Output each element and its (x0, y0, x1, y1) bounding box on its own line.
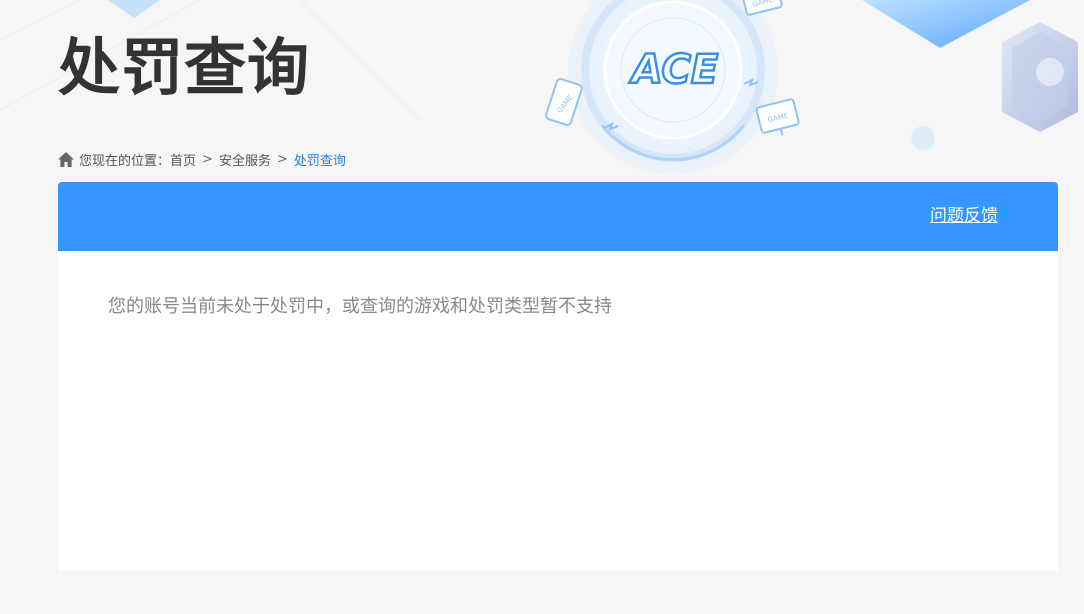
breadcrumb-current: 处罚查询 (293, 153, 346, 169)
breadcrumb-home-link[interactable]: 首页 (170, 150, 196, 169)
monitor-game-icon: GAME (755, 98, 800, 136)
home-icon (58, 151, 74, 167)
svg-text:GAME: GAME (767, 112, 789, 125)
breadcrumb-prefix: 您现在的位置： (79, 153, 171, 169)
breadcrumb-security-link[interactable]: 安全服务 (219, 150, 271, 169)
feedback-link[interactable]: 问题反馈 (930, 204, 998, 228)
breadcrumb: 您现在的位置： 首页 > 安全服务 > 处罚查询 (58, 149, 346, 169)
result-panel: 问题反馈 您的账号当前未处于处罚中，或查询的游戏和处罚类型暂不支持 (58, 182, 1058, 571)
page: GAME GAME GAME ACE 处罚查询 您现在的位置： 首页 > 安全服… (0, 0, 1084, 614)
phone-game-icon: GAME (545, 78, 583, 126)
svg-text:GAME: GAME (752, 0, 774, 9)
svg-text:ACE: ACE (629, 47, 718, 93)
panel-header: 问题反馈 (58, 182, 1058, 251)
page-title: 处罚查询 (58, 31, 311, 104)
svg-text:GAME: GAME (556, 94, 575, 115)
ace-logo: ACE (628, 46, 720, 95)
breadcrumb-separator: > (202, 151, 213, 167)
breadcrumb-separator: > (276, 151, 288, 167)
result-message: 您的账号当前未处于处罚中，或查询的游戏和处罚类型暂不支持 (108, 296, 612, 317)
panel-body: 您的账号当前未处于处罚中，或查询的游戏和处罚类型暂不支持 (58, 251, 1058, 363)
